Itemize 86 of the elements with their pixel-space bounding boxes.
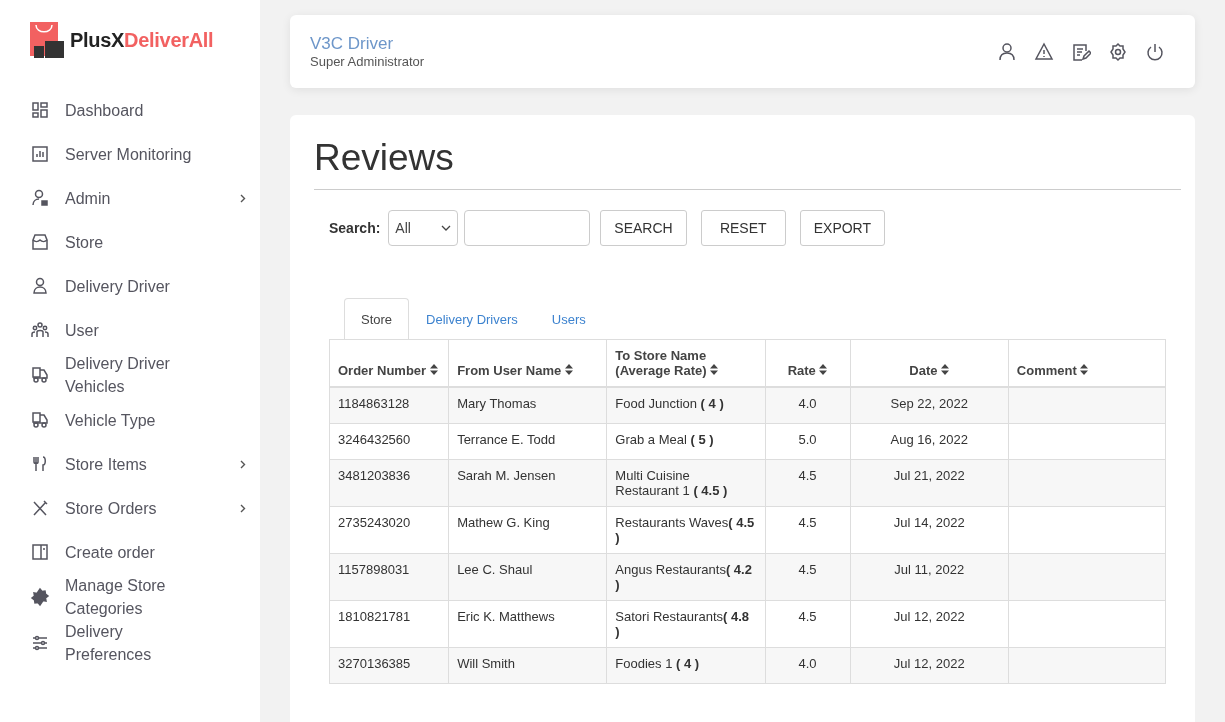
sort-icon[interactable] bbox=[429, 364, 438, 375]
table-cell: Lee C. Shaul bbox=[448, 553, 607, 601]
dashboard-icon bbox=[30, 100, 50, 120]
sidebar-item[interactable]: Create order bbox=[30, 530, 260, 574]
sidebar-item[interactable]: Server Monitoring bbox=[30, 132, 260, 176]
users-icon bbox=[30, 320, 50, 340]
table-cell: Grab a Meal ( 5 ) bbox=[606, 423, 765, 460]
table-cell: Mathew G. King bbox=[448, 506, 607, 554]
table-cell: Jul 11, 2022 bbox=[850, 553, 1009, 601]
table-cell: 1157898031 bbox=[329, 553, 449, 601]
sidebar-item[interactable]: Delivery Preferences bbox=[30, 620, 260, 666]
table-cell: Jul 12, 2022 bbox=[850, 647, 1009, 684]
table-cell: Jul 21, 2022 bbox=[850, 459, 1009, 507]
store-icon bbox=[30, 232, 50, 252]
warning-icon bbox=[1034, 41, 1054, 62]
table-cell: 4.5 bbox=[765, 459, 851, 507]
sidebar-item[interactable]: Store Orders bbox=[30, 486, 260, 530]
sidebar-item[interactable]: Dashboard bbox=[30, 88, 260, 132]
vehicle-icon bbox=[30, 410, 50, 430]
caret-icon bbox=[441, 225, 452, 231]
table-cell: 4.5 bbox=[765, 553, 851, 601]
sidebar-item[interactable]: Store Items bbox=[30, 442, 260, 486]
settings-icon bbox=[1108, 41, 1128, 62]
table-cell: 4.0 bbox=[765, 647, 851, 684]
edit-icon bbox=[1071, 41, 1091, 62]
sidebar-item[interactable]: Admin bbox=[30, 176, 260, 220]
sidebar-item[interactable]: Vehicle Type bbox=[30, 398, 260, 442]
table-cell: 3481203836 bbox=[329, 459, 449, 507]
sidebar-item[interactable]: Delivery Driver Vehicles bbox=[30, 352, 260, 398]
sidebar-item[interactable]: User bbox=[30, 308, 260, 352]
table-cell: Eric K. Matthews bbox=[448, 600, 607, 648]
badge-icon bbox=[30, 587, 50, 607]
table-cell: Terrance E. Todd bbox=[448, 423, 607, 460]
table-cell: 4.5 bbox=[765, 506, 851, 554]
cutlery-cross-icon bbox=[30, 498, 50, 518]
sort-icon[interactable] bbox=[564, 364, 573, 375]
tab[interactable]: Users bbox=[534, 298, 603, 339]
table-cell: 4.0 bbox=[765, 387, 851, 424]
sort-icon[interactable] bbox=[941, 364, 950, 375]
sliders-icon bbox=[30, 633, 50, 653]
table-cell: Food Junction ( 4 ) bbox=[606, 387, 765, 424]
table-cell: Multi Cuisine Restaurant 1 ( 4.5 ) bbox=[606, 459, 765, 507]
bar-chart-icon bbox=[30, 144, 50, 164]
table-cell: 4.5 bbox=[765, 600, 851, 648]
table-cell: 1810821781 bbox=[329, 600, 449, 648]
action-button[interactable]: SEARCH bbox=[600, 210, 687, 246]
user-name: V3C Driver bbox=[310, 34, 395, 54]
table-cell: Foodies 1 ( 4 ) bbox=[606, 647, 765, 684]
table-cell: Jul 14, 2022 bbox=[850, 506, 1009, 554]
sidebar-item[interactable]: Manage Store Categories bbox=[30, 574, 260, 620]
user-role: Super Administrator bbox=[310, 54, 426, 69]
table-cell: Jul 12, 2022 bbox=[850, 600, 1009, 648]
table-cell: Mary Thomas bbox=[448, 387, 607, 424]
brand-name: PlusXDeliverAll bbox=[70, 28, 214, 52]
table-cell: Sarah M. Jensen bbox=[448, 459, 607, 507]
table-cell: Aug 16, 2022 bbox=[850, 423, 1009, 460]
layout-icon bbox=[30, 542, 50, 562]
vehicle-icon bbox=[30, 365, 50, 385]
logo-icon bbox=[30, 22, 64, 58]
search-label: Search: bbox=[329, 220, 381, 236]
sidebar-item[interactable]: Delivery Driver bbox=[30, 264, 260, 308]
tab[interactable]: Store bbox=[344, 298, 410, 339]
power-icon bbox=[1145, 41, 1165, 62]
table-cell: 2735243020 bbox=[329, 506, 449, 554]
table-cell: Will Smith bbox=[448, 647, 607, 684]
table-cell: 1184863128 bbox=[329, 387, 449, 424]
table-cell: Satori Restaurants( 4.8 ) bbox=[606, 600, 765, 648]
search-field[interactable] bbox=[464, 210, 591, 246]
user-icon bbox=[997, 41, 1017, 62]
table-cell: 3270136385 bbox=[329, 647, 449, 684]
action-button[interactable]: EXPORT bbox=[799, 210, 886, 246]
user-lock-icon bbox=[30, 188, 50, 208]
sort-icon[interactable] bbox=[819, 364, 828, 375]
page-title: Reviews bbox=[314, 137, 1181, 190]
table-cell: 3246432560 bbox=[329, 423, 449, 460]
sort-icon[interactable] bbox=[710, 364, 719, 375]
table-cell: Restaurants Waves( 4.5 ) bbox=[606, 506, 765, 554]
filter-dropdown[interactable]: All bbox=[388, 210, 459, 246]
table-cell: Sep 22, 2022 bbox=[850, 387, 1009, 424]
action-button[interactable]: RESET bbox=[700, 210, 786, 246]
tab[interactable]: Delivery Drivers bbox=[409, 298, 535, 339]
sort-icon[interactable] bbox=[1080, 364, 1089, 375]
table-cell: Angus Restaurants( 4.2 ) bbox=[606, 553, 765, 601]
driver-icon bbox=[30, 276, 50, 296]
table-cell: 5.0 bbox=[765, 423, 851, 460]
sidebar-item[interactable]: Store bbox=[30, 220, 260, 264]
